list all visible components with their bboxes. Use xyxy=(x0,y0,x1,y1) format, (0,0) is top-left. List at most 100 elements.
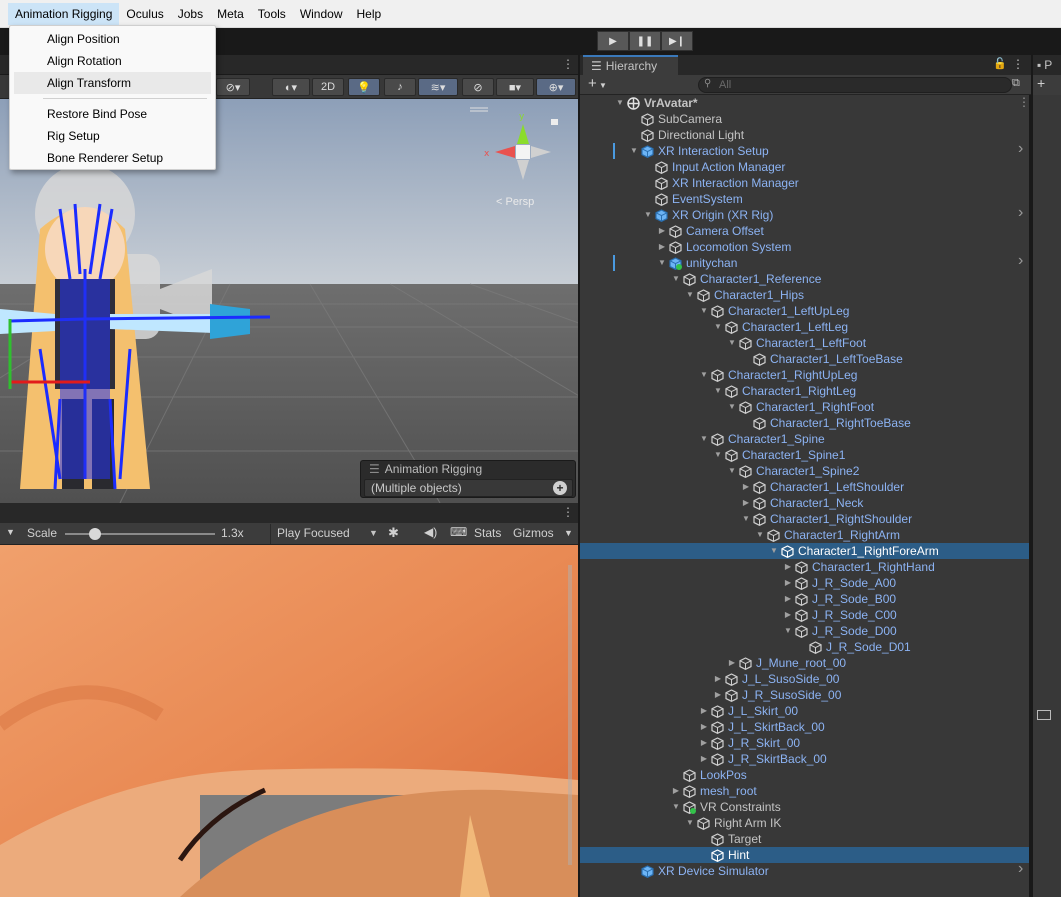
bug-icon[interactable]: ✱ xyxy=(388,525,399,541)
create-button[interactable]: + ▼ xyxy=(588,75,607,92)
menu-rig-setup[interactable]: Rig Setup xyxy=(14,125,211,147)
menu-align-transform[interactable]: Align Transform xyxy=(14,72,211,94)
prefab-open-chevron-icon[interactable]: › xyxy=(1018,252,1023,270)
expand-arrow-down-icon[interactable]: ▼ xyxy=(629,143,639,159)
expand-arrow-right-icon[interactable]: ▶ xyxy=(727,655,737,671)
hierarchy-row[interactable]: ▼ VrAvatar* ⋮ xyxy=(580,95,1029,111)
expand-arrow-right-icon[interactable]: ▶ xyxy=(699,703,709,719)
stats-button[interactable]: Stats xyxy=(474,526,501,540)
hierarchy-row[interactable]: ▼ Character1_RightShoulder xyxy=(580,511,1029,527)
lighting-toggle[interactable]: 💡 xyxy=(348,78,380,96)
game-viewport[interactable] xyxy=(0,545,578,897)
hierarchy-row[interactable]: ▼ Character1_LeftUpLeg xyxy=(580,303,1029,319)
hierarchy-row[interactable]: ▼ Character1_Spine2 xyxy=(580,463,1029,479)
hierarchy-row[interactable]: ▶ J_R_Sode_C00 xyxy=(580,607,1029,623)
hierarchy-row[interactable]: ▶ J_R_Skirt_00 xyxy=(580,735,1029,751)
hierarchy-row[interactable]: ▶ J_L_SkirtBack_00 xyxy=(580,719,1029,735)
play-mode-dropdown[interactable]: Play Focused ▼ xyxy=(270,524,380,544)
expand-arrow-down-icon[interactable]: ▼ xyxy=(727,399,737,415)
menu-help[interactable]: Help xyxy=(350,3,389,25)
expand-arrow-right-icon[interactable]: ▶ xyxy=(699,719,709,735)
hierarchy-row[interactable]: ▶ J_R_SusoSide_00 xyxy=(580,687,1029,703)
expand-arrow-down-icon[interactable]: ▼ xyxy=(699,367,709,383)
display-dropdown-arrow[interactable]: ▼ xyxy=(6,527,15,537)
inspector-tab[interactable]: ▪ P xyxy=(1033,55,1061,75)
camera-dropdown[interactable]: ■▾ xyxy=(496,78,534,96)
expand-arrow-down-icon[interactable]: ▼ xyxy=(783,623,793,639)
menu-window[interactable]: Window xyxy=(293,3,350,25)
hierarchy-row[interactable]: Character1_RightToeBase xyxy=(580,415,1029,431)
prefab-open-chevron-icon[interactable]: › xyxy=(1018,860,1023,878)
hierarchy-row[interactable]: ▼ VR Constraints xyxy=(580,799,1029,815)
expand-arrow-right-icon[interactable]: ▶ xyxy=(783,591,793,607)
gizmos-dropdown[interactable]: ⊕▾ xyxy=(536,78,576,96)
expand-arrow-down-icon[interactable]: ▼ xyxy=(615,95,625,111)
expand-arrow-down-icon[interactable]: ▼ xyxy=(727,463,737,479)
expand-arrow-right-icon[interactable]: ▶ xyxy=(671,783,681,799)
expand-arrow-right-icon[interactable]: ▶ xyxy=(657,239,667,255)
hierarchy-row[interactable]: ▶ J_R_SkirtBack_00 xyxy=(580,751,1029,767)
menu-oculus[interactable]: Oculus xyxy=(119,3,170,25)
kebab-menu-icon[interactable]: ⋮ xyxy=(562,57,574,71)
hierarchy-row[interactable]: ▶ Character1_LeftShoulder xyxy=(580,479,1029,495)
hierarchy-row[interactable]: ▶ mesh_root xyxy=(580,783,1029,799)
hierarchy-row[interactable]: ▶ Locomotion System xyxy=(580,239,1029,255)
scene-menu-icon[interactable]: ⋮ xyxy=(1018,95,1029,109)
effects-dropdown[interactable]: ≋▾ xyxy=(418,78,458,96)
hierarchy-row[interactable]: ▼ Character1_RightFoot xyxy=(580,399,1029,415)
menu-restore-bind-pose[interactable]: Restore Bind Pose xyxy=(14,103,211,125)
hierarchy-row[interactable]: Directional Light xyxy=(580,127,1029,143)
expand-arrow-right-icon[interactable]: ▶ xyxy=(657,223,667,239)
expand-arrow-right-icon[interactable]: ▶ xyxy=(699,735,709,751)
audio-mute-icon[interactable]: ◀) xyxy=(424,525,437,539)
hierarchy-row[interactable]: ▼ XR Interaction Setup › xyxy=(580,140,1029,159)
hierarchy-row[interactable]: Hint xyxy=(580,847,1029,863)
hierarchy-row[interactable]: ▼ Character1_Spine xyxy=(580,431,1029,447)
hierarchy-row[interactable]: ▶ J_L_Skirt_00 xyxy=(580,703,1029,719)
menu-tools[interactable]: Tools xyxy=(251,3,293,25)
step-button[interactable]: ▶❙ xyxy=(661,31,693,51)
keyboard-icon[interactable]: ⌨ xyxy=(450,525,467,539)
hierarchy-row[interactable]: ▼ Character1_RightArm xyxy=(580,527,1029,543)
kebab-menu-icon[interactable]: ⋮ xyxy=(1012,57,1024,71)
expand-arrow-down-icon[interactable]: ▼ xyxy=(671,271,681,287)
hierarchy-row[interactable]: ▼ Character1_Hips xyxy=(580,287,1029,303)
hierarchy-row[interactable]: SubCamera xyxy=(580,111,1029,127)
hierarchy-row[interactable]: ▼ J_R_Sode_D00 xyxy=(580,623,1029,639)
hierarchy-row[interactable]: ▼ Character1_RightUpLeg xyxy=(580,367,1029,383)
hierarchy-row[interactable]: ▼ Right Arm IK xyxy=(580,815,1029,831)
pause-button[interactable]: ❚❚ xyxy=(629,31,661,51)
lock-icon[interactable]: 🔓 xyxy=(993,57,1007,70)
hierarchy-row[interactable]: ▶ Character1_Neck xyxy=(580,495,1029,511)
gizmos-dropdown-arrow[interactable]: ▼ xyxy=(564,528,573,538)
hierarchy-search-input[interactable]: ⚲ All xyxy=(698,77,1012,93)
expand-arrow-down-icon[interactable]: ▼ xyxy=(643,207,653,223)
hierarchy-row[interactable]: ▼ Character1_LeftLeg xyxy=(580,319,1029,335)
expand-arrow-right-icon[interactable]: ▶ xyxy=(783,607,793,623)
expand-arrow-down-icon[interactable]: ▼ xyxy=(727,335,737,351)
overlay-object-field[interactable]: (Multiple objects) + xyxy=(364,479,573,497)
gizmo-tool-dropdown[interactable]: ⊘▾ xyxy=(216,78,250,96)
hierarchy-row[interactable]: J_R_Sode_D01 xyxy=(580,639,1029,655)
expand-arrow-right-icon[interactable]: ▶ xyxy=(741,495,751,511)
hierarchy-row[interactable]: EventSystem xyxy=(580,191,1029,207)
expand-arrow-right-icon[interactable]: ▶ xyxy=(783,559,793,575)
toggle-2d-button[interactable]: 2D xyxy=(312,78,344,96)
expand-arrow-down-icon[interactable]: ▼ xyxy=(741,511,751,527)
prefab-open-chevron-icon[interactable]: › xyxy=(1018,204,1023,222)
menu-jobs[interactable]: Jobs xyxy=(171,3,210,25)
gizmos-button[interactable]: Gizmos xyxy=(513,526,554,540)
expand-arrow-down-icon[interactable]: ▼ xyxy=(769,543,779,559)
menu-meta[interactable]: Meta xyxy=(210,3,251,25)
expand-arrow-right-icon[interactable]: ▶ xyxy=(741,479,751,495)
plus-icon[interactable]: + xyxy=(553,481,567,495)
expand-arrow-down-icon[interactable]: ▼ xyxy=(713,447,723,463)
expand-arrow-right-icon[interactable]: ▶ xyxy=(713,671,723,687)
expand-arrow-down-icon[interactable]: ▼ xyxy=(699,303,709,319)
hierarchy-row[interactable]: ▼ unitychan › xyxy=(580,252,1029,271)
menu-align-rotation[interactable]: Align Rotation xyxy=(14,50,211,72)
hierarchy-row[interactable]: ▼ XR Origin (XR Rig) › xyxy=(580,204,1029,223)
expand-arrow-right-icon[interactable]: ▶ xyxy=(699,751,709,767)
menu-bone-renderer-setup[interactable]: Bone Renderer Setup xyxy=(14,147,211,169)
hierarchy-row[interactable]: XR Device Simulator › xyxy=(580,860,1029,879)
